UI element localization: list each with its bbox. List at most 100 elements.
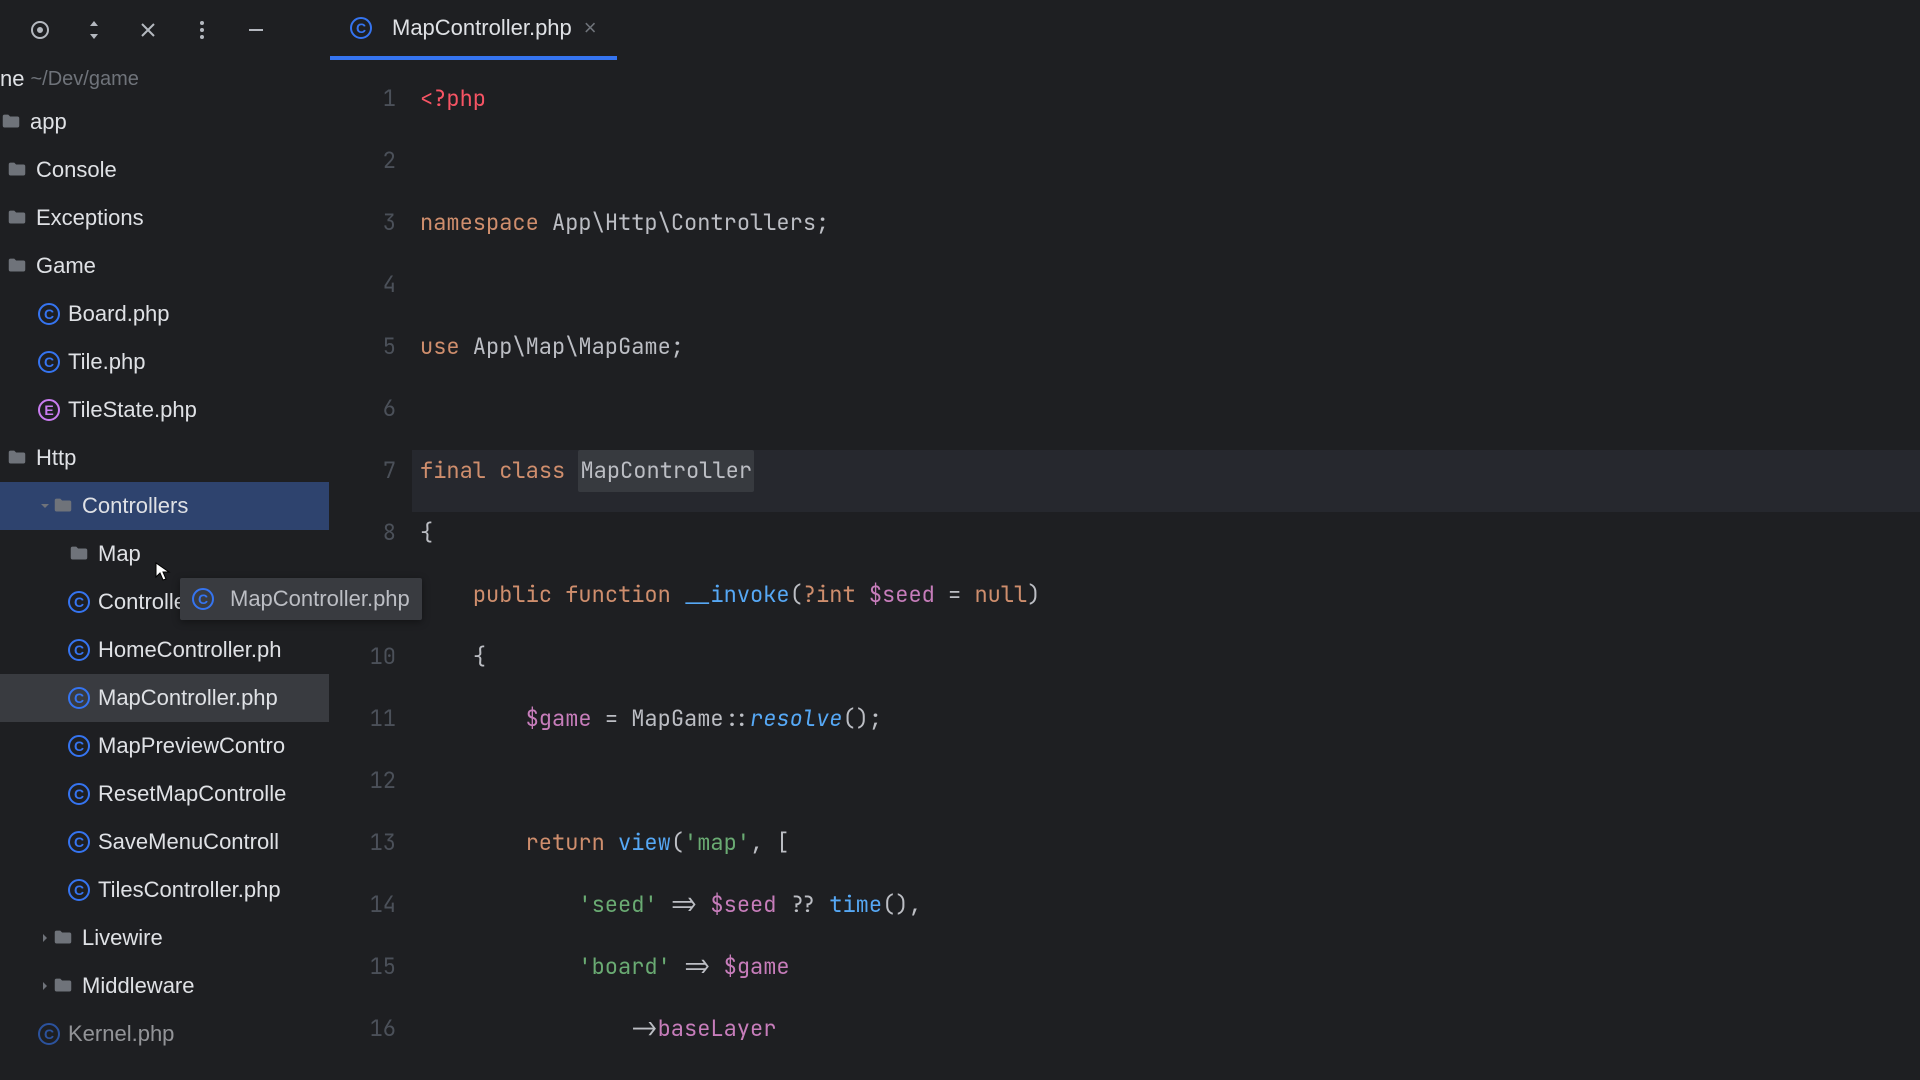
code-line[interactable]: $game = MapGame::resolve(); — [412, 698, 1920, 760]
editor-pane: C MapController.php × 1 2 3 4 5 6 7 8 9 … — [330, 0, 1920, 1080]
class-icon: C — [68, 591, 90, 613]
code-line[interactable] — [412, 760, 1920, 822]
file-savemenucontroller[interactable]: C SaveMenuControll — [0, 818, 329, 866]
chevron-right-icon — [38, 931, 52, 945]
enum-icon: E — [38, 399, 60, 421]
folder-icon — [6, 159, 28, 181]
line-number: 4 — [330, 264, 396, 326]
folder-game[interactable]: Game — [0, 242, 329, 290]
tree-label: Livewire — [82, 925, 163, 951]
line-number: 16 — [330, 1008, 396, 1070]
folder-middleware[interactable]: Middleware — [0, 962, 329, 1010]
line-number: 1 — [330, 78, 396, 140]
project-path: ~/Dev/game — [30, 68, 138, 91]
line-number: 5 — [330, 326, 396, 388]
code-line[interactable] — [412, 140, 1920, 202]
code-line[interactable]: use App\Map\MapGame; — [412, 326, 1920, 388]
tree-label: Tile.php — [68, 349, 145, 375]
file-board[interactable]: C Board.php — [0, 290, 329, 338]
line-number: 2 — [330, 140, 396, 202]
code-line[interactable]: { — [412, 512, 1920, 574]
class-icon: C — [68, 879, 90, 901]
code-line[interactable]: <?php — [412, 78, 1920, 140]
tree-label: Middleware — [82, 973, 195, 999]
file-tilescontroller[interactable]: C TilesController.php — [0, 866, 329, 914]
line-number: 6 — [330, 388, 396, 450]
folder-icon — [6, 207, 28, 229]
tree-label: Controllers — [82, 493, 188, 519]
line-number: 13 — [330, 822, 396, 884]
folder-icon — [0, 111, 22, 133]
project-name: ne — [0, 66, 24, 92]
folder-controllers[interactable]: Controllers — [0, 482, 329, 530]
class-icon: C — [38, 351, 60, 373]
code-line[interactable]: public function __invoke(?int $seed = nu… — [412, 574, 1920, 636]
editor-tab-mapcontroller[interactable]: C MapController.php × — [330, 0, 617, 60]
code-line[interactable]: final class MapController — [412, 450, 1920, 512]
folder-icon — [52, 975, 74, 997]
minimize-icon[interactable] — [244, 18, 268, 42]
tree-label: Kernel.php — [68, 1021, 174, 1047]
tree-label: SaveMenuControll — [98, 829, 279, 855]
class-icon: C — [68, 831, 90, 853]
mouse-cursor-icon — [155, 562, 171, 582]
class-icon: C — [38, 1023, 60, 1045]
code-area[interactable]: 1 2 3 4 5 6 7 8 9 10 11 12 13 14 15 16 <… — [330, 60, 1920, 1080]
tree-label: MapController.php — [98, 685, 278, 711]
code-content[interactable]: <?php namespace App\Http\Controllers; us… — [412, 60, 1920, 1080]
tab-label: MapController.php — [392, 15, 572, 41]
tree-label: Map — [98, 541, 141, 567]
folder-icon — [6, 255, 28, 277]
class-icon: C — [192, 588, 214, 610]
folder-console[interactable]: Console — [0, 146, 329, 194]
folder-livewire[interactable]: Livewire — [0, 914, 329, 962]
close-icon[interactable] — [136, 18, 160, 42]
tree-label: Http — [36, 445, 76, 471]
more-icon[interactable] — [190, 18, 214, 42]
folder-icon — [68, 543, 90, 565]
file-resetmapcontroller[interactable]: C ResetMapControlle — [0, 770, 329, 818]
chevron-down-icon — [38, 499, 52, 513]
close-tab-icon[interactable]: × — [584, 15, 597, 41]
class-icon: C — [68, 783, 90, 805]
class-icon: C — [68, 639, 90, 661]
folder-icon — [52, 927, 74, 949]
line-number-gutter: 1 2 3 4 5 6 7 8 9 10 11 12 13 14 15 16 — [330, 60, 412, 1080]
tree-label: HomeController.ph — [98, 637, 281, 663]
file-homecontroller[interactable]: C HomeController.ph — [0, 626, 329, 674]
file-mappreviewcontroller[interactable]: C MapPreviewContro — [0, 722, 329, 770]
chevron-right-icon — [38, 979, 52, 993]
file-tilestate[interactable]: E TileState.php — [0, 386, 329, 434]
file-kernel[interactable]: C Kernel.php — [0, 1010, 329, 1058]
code-line[interactable] — [412, 388, 1920, 450]
folder-exceptions[interactable]: Exceptions — [0, 194, 329, 242]
target-icon[interactable] — [28, 18, 52, 42]
code-line[interactable]: ->baseLayer — [412, 1008, 1920, 1070]
folder-icon — [6, 447, 28, 469]
class-icon: C — [350, 17, 372, 39]
code-line[interactable]: 'seed' => $seed ?? time(), — [412, 884, 1920, 946]
class-icon: C — [68, 687, 90, 709]
project-root[interactable]: ne ~/Dev/game — [0, 60, 329, 98]
tree-label: ResetMapControlle — [98, 781, 286, 807]
tree-label: TileState.php — [68, 397, 197, 423]
file-tile[interactable]: C Tile.php — [0, 338, 329, 386]
tree-label: Game — [36, 253, 96, 279]
tree-label: TilesController.php — [98, 877, 281, 903]
line-number: 14 — [330, 884, 396, 946]
code-line[interactable] — [412, 264, 1920, 326]
code-line[interactable]: namespace App\Http\Controllers; — [412, 202, 1920, 264]
code-line[interactable]: return view('map', [ — [412, 822, 1920, 884]
file-mapcontroller[interactable]: C MapController.php — [0, 674, 329, 722]
line-number: 12 — [330, 760, 396, 822]
line-number: 8 — [330, 512, 396, 574]
folder-app[interactable]: app — [0, 98, 329, 146]
tree-label: Exceptions — [36, 205, 144, 231]
tree-label: Board.php — [68, 301, 170, 327]
folder-http[interactable]: Http — [0, 434, 329, 482]
expand-collapse-icon[interactable] — [82, 18, 106, 42]
tree-label: MapPreviewContro — [98, 733, 285, 759]
code-line[interactable]: { — [412, 636, 1920, 698]
project-sidebar: ne ~/Dev/game app Console Exceptions Gam… — [0, 0, 330, 1080]
code-line[interactable]: 'board' => $game — [412, 946, 1920, 1008]
